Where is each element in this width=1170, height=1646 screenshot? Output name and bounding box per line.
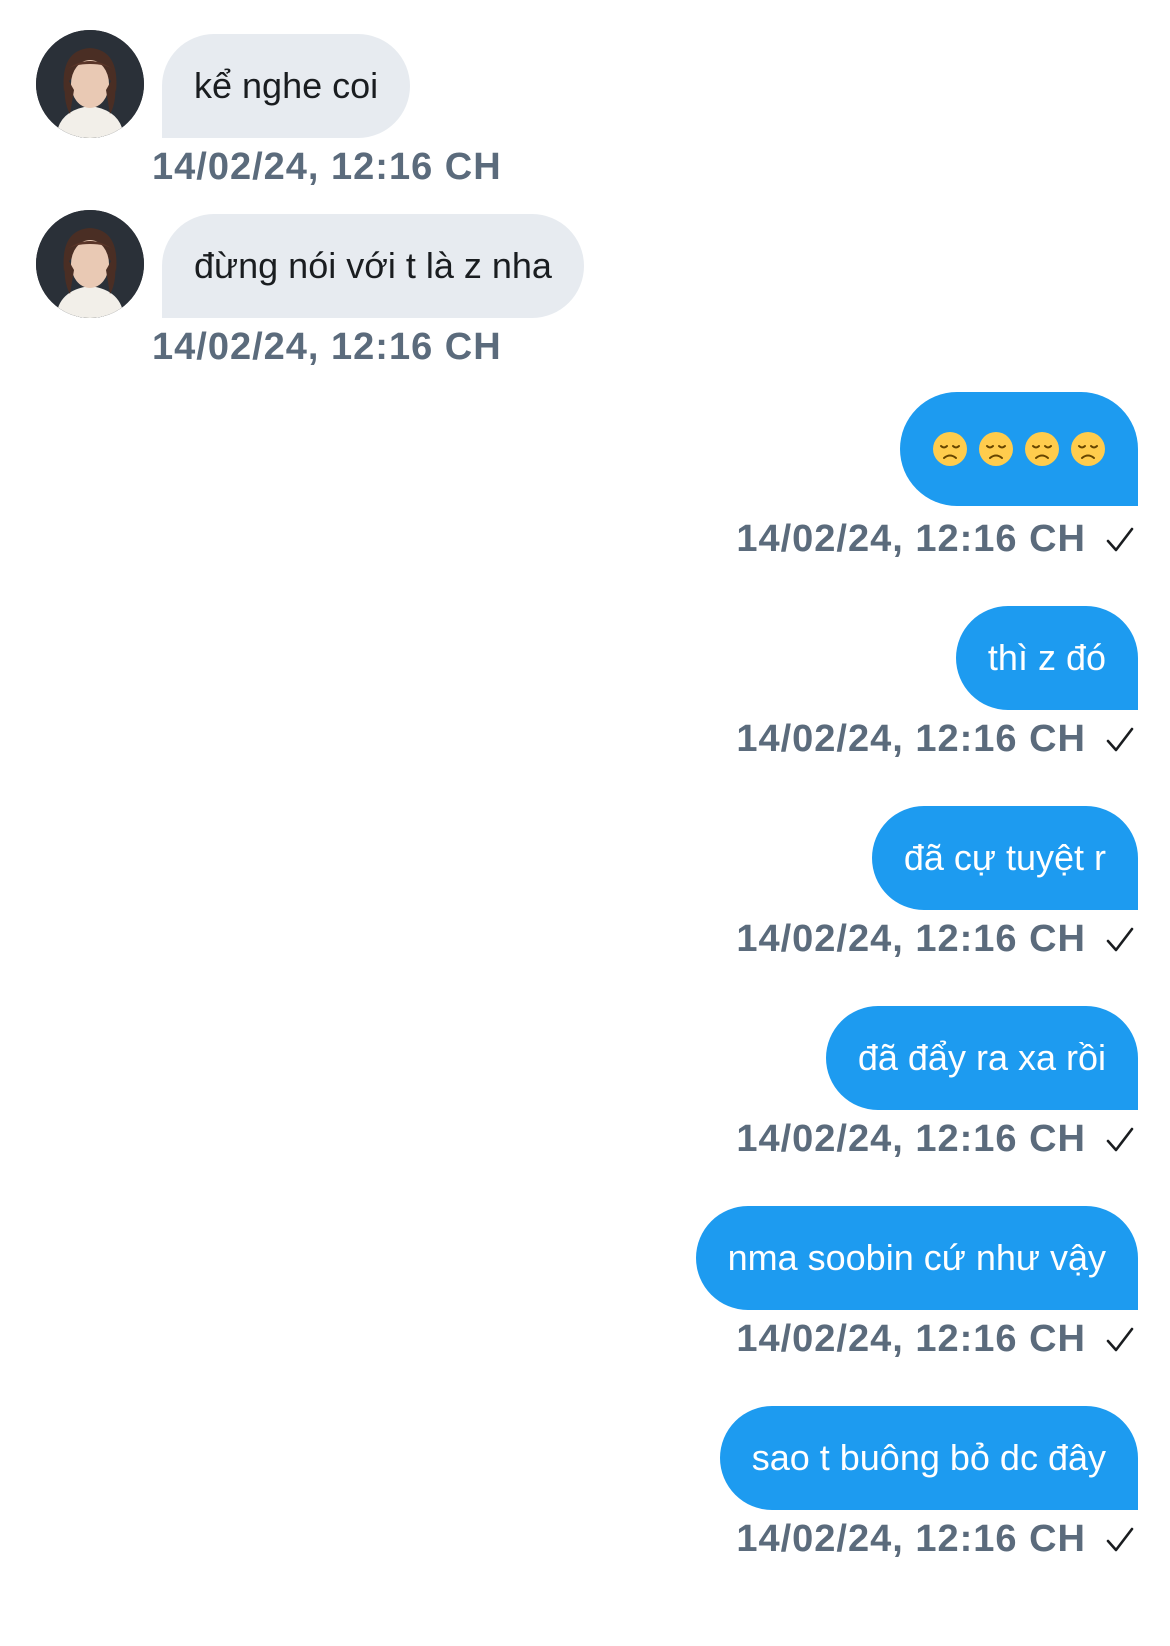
checkmark-icon [1106, 1527, 1134, 1551]
emoji-row [932, 431, 1106, 467]
message-text: thì z đó [987, 637, 1106, 678]
message-timestamp: 14/02/24, 12:16 CH [736, 918, 1136, 961]
timestamp-text: 14/02/24, 12:16 CH [736, 518, 1086, 560]
message-timestamp: 14/02/24, 12:16 CH [736, 518, 1136, 561]
avatar-portrait [36, 30, 144, 138]
timestamp-text: 14/02/24, 12:16 CH [736, 918, 1086, 960]
message-timestamp: 14/02/24, 12:16 CH [152, 326, 502, 369]
message-text: nma soobin cứ như vậy [727, 1237, 1106, 1278]
disappointed-face-emoji [933, 432, 967, 466]
timestamp-text: 14/02/24, 12:16 CH [152, 326, 502, 368]
message-text: sao t buông bỏ dc đây [751, 1437, 1106, 1478]
message-bubble-incoming[interactable]: kể nghe coi [162, 34, 411, 138]
disappointed-face-emoji [979, 432, 1013, 466]
message-timestamp: 14/02/24, 12:16 CH [736, 1518, 1136, 1561]
checkmark-icon [1106, 527, 1134, 551]
disappointed-face-emoji [1071, 432, 1105, 466]
message-text: đừng nói với t là z nha [194, 245, 552, 286]
message-timestamp: 14/02/24, 12:16 CH [736, 718, 1136, 761]
message-bubble-outgoing[interactable]: đã đẩy ra xa rồi [825, 1006, 1138, 1110]
avatar[interactable] [36, 30, 144, 138]
message-bubble-outgoing[interactable] [900, 392, 1138, 506]
avatar[interactable] [36, 210, 144, 318]
message-timestamp: 14/02/24, 12:16 CH [736, 1318, 1136, 1361]
message-timestamp: 14/02/24, 12:16 CH [736, 1118, 1136, 1161]
message-bubble-incoming[interactable]: đừng nói với t là z nha [162, 214, 584, 318]
timestamp-text: 14/02/24, 12:16 CH [152, 146, 502, 188]
message-bubble-outgoing[interactable]: thì z đó [955, 606, 1138, 710]
checkmark-icon [1106, 927, 1134, 951]
message-bubble-outgoing[interactable]: sao t buông bỏ dc đây [719, 1406, 1138, 1510]
timestamp-text: 14/02/24, 12:16 CH [736, 1318, 1086, 1360]
message-text: đã cự tuyệt r [903, 837, 1106, 878]
timestamp-text: 14/02/24, 12:16 CH [736, 718, 1086, 760]
timestamp-text: 14/02/24, 12:16 CH [736, 1518, 1086, 1560]
avatar-portrait [36, 210, 144, 318]
message-text: kể nghe coi [194, 65, 379, 106]
message-timestamp: 14/02/24, 12:16 CH [152, 146, 502, 189]
disappointed-face-emoji [1025, 432, 1059, 466]
checkmark-icon [1106, 1127, 1134, 1151]
checkmark-icon [1106, 1327, 1134, 1351]
message-text: đã đẩy ra xa rồi [857, 1037, 1106, 1078]
checkmark-icon [1106, 727, 1134, 751]
timestamp-text: 14/02/24, 12:16 CH [736, 1118, 1086, 1160]
message-bubble-outgoing[interactable]: nma soobin cứ như vậy [695, 1206, 1138, 1310]
message-bubble-outgoing[interactable]: đã cự tuyệt r [871, 806, 1138, 910]
